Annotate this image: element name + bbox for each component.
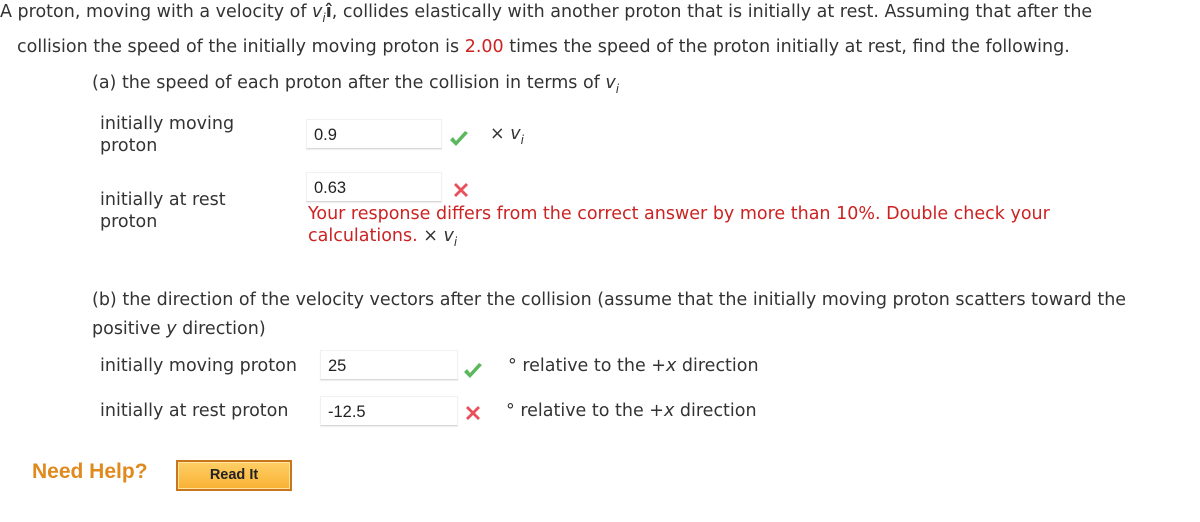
unit-text: ° relative to the + bbox=[506, 401, 664, 421]
x-variable: x bbox=[665, 356, 677, 376]
label-initially-moving-proton: initially moving proton bbox=[100, 113, 234, 157]
label-initially-at-rest-proton: initially at rest proton bbox=[100, 189, 226, 233]
incorrect-x-icon bbox=[454, 183, 468, 197]
x-variable: x bbox=[663, 401, 675, 421]
part-b-prompt-text: (b) the direction of the velocity vector… bbox=[92, 290, 1127, 310]
feedback-message: Your response differs from the correct a… bbox=[308, 203, 1050, 253]
speed-ratio-value: 2.00 bbox=[464, 37, 504, 57]
part-b-prompt-text: direction) bbox=[176, 319, 266, 339]
velocity-variable: v bbox=[312, 2, 323, 22]
unit-text: direction bbox=[674, 401, 757, 421]
correct-check-icon bbox=[464, 363, 482, 378]
need-help-heading: Need Help? bbox=[32, 460, 148, 483]
label-line: initially moving bbox=[100, 114, 235, 134]
part-b-prompt: (b) the direction of the velocity vector… bbox=[92, 290, 1126, 310]
label-direction-moving-proton: initially moving proton bbox=[100, 356, 297, 376]
velocity-variable: v bbox=[443, 226, 454, 246]
problem-text: times the speed of the proton initially … bbox=[503, 37, 1070, 57]
problem-text: , collides elastically with another prot… bbox=[331, 2, 1093, 22]
problem-text: collision the speed of the initially mov… bbox=[17, 37, 465, 57]
read-it-button[interactable]: Read It bbox=[176, 460, 292, 491]
label-line: initially at rest bbox=[100, 190, 226, 210]
unit-degrees-relative-x: ° relative to the +x direction bbox=[508, 356, 759, 376]
label-line: proton bbox=[100, 212, 158, 232]
incorrect-x-icon bbox=[466, 406, 480, 420]
y-variable: y bbox=[166, 319, 177, 339]
part-b-prompt-text: positive bbox=[92, 319, 167, 339]
angle-moving-proton-input[interactable]: 25 bbox=[320, 350, 458, 380]
velocity-variable: v bbox=[510, 124, 521, 144]
part-b-prompt-line-2: positive y direction) bbox=[92, 319, 266, 339]
unit-times-vi: × vi bbox=[490, 124, 524, 147]
problem-line-1: A proton, moving with a velocity of viî,… bbox=[0, 2, 1092, 25]
velocity-subscript: i bbox=[453, 235, 458, 249]
times-sign: × bbox=[417, 226, 444, 246]
velocity-variable: v bbox=[605, 73, 616, 93]
label-line: proton bbox=[100, 136, 158, 156]
problem-text: A proton, moving with a velocity of bbox=[0, 2, 313, 22]
unit-text: ° relative to the + bbox=[508, 356, 666, 376]
feedback-line: Your response differs from the correct a… bbox=[308, 204, 1050, 224]
correct-check-icon bbox=[450, 131, 468, 146]
times-sign: × bbox=[490, 124, 511, 144]
speed-rest-proton-input[interactable]: 0.63 bbox=[306, 172, 442, 202]
problem-line-2: collision the speed of the initially mov… bbox=[17, 37, 1070, 57]
angle-rest-proton-input[interactable]: -12.5 bbox=[320, 396, 458, 426]
velocity-subscript: i bbox=[615, 82, 620, 96]
unit-text: direction bbox=[676, 356, 759, 376]
speed-moving-proton-input[interactable]: 0.9 bbox=[306, 119, 442, 149]
unit-degrees-relative-x: ° relative to the +x direction bbox=[506, 401, 757, 421]
part-a-prompt-text: (a) the speed of each proton after the c… bbox=[92, 73, 606, 93]
label-direction-rest-proton: initially at rest proton bbox=[100, 401, 289, 421]
part-a-prompt: (a) the speed of each proton after the c… bbox=[92, 73, 619, 96]
feedback-line: calculations. bbox=[308, 226, 418, 246]
velocity-subscript: i bbox=[520, 133, 524, 147]
